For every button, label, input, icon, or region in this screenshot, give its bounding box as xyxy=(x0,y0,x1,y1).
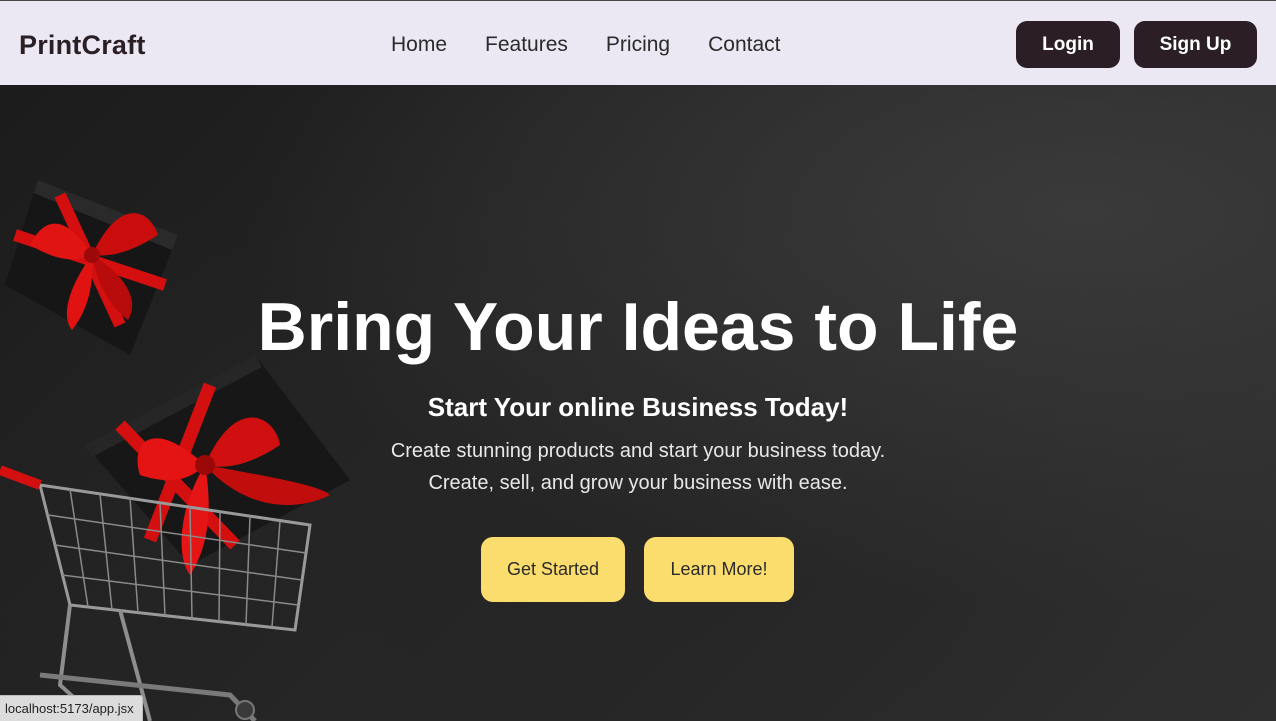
signup-button[interactable]: Sign Up xyxy=(1134,21,1257,68)
hero-title: Bring Your Ideas to Life xyxy=(257,289,1019,365)
hero-section: Bring Your Ideas to Life Start Your onli… xyxy=(0,85,1276,721)
navbar: PrintCraft Home Features Pricing Contact… xyxy=(0,0,1276,85)
brand-logo[interactable]: PrintCraft xyxy=(19,29,146,61)
browser-status-url: localhost:5173/app.jsx xyxy=(0,695,143,721)
hero-description-line-1: Create stunning products and start your … xyxy=(390,440,886,462)
nav-links: Home Features Pricing Contact xyxy=(391,32,780,58)
nav-link-features[interactable]: Features xyxy=(485,32,568,58)
hero-subtitle: Start Your online Business Today! xyxy=(427,392,849,422)
nav-link-home[interactable]: Home xyxy=(391,32,447,58)
hero-description-line-2: Create, sell, and grow your business wit… xyxy=(428,472,848,494)
nav-link-pricing[interactable]: Pricing xyxy=(606,32,670,58)
nav-link-contact[interactable]: Contact xyxy=(708,32,780,58)
get-started-button[interactable]: Get Started xyxy=(481,537,625,602)
login-button[interactable]: Login xyxy=(1016,21,1120,68)
learn-more-button[interactable]: Learn More! xyxy=(644,537,794,602)
